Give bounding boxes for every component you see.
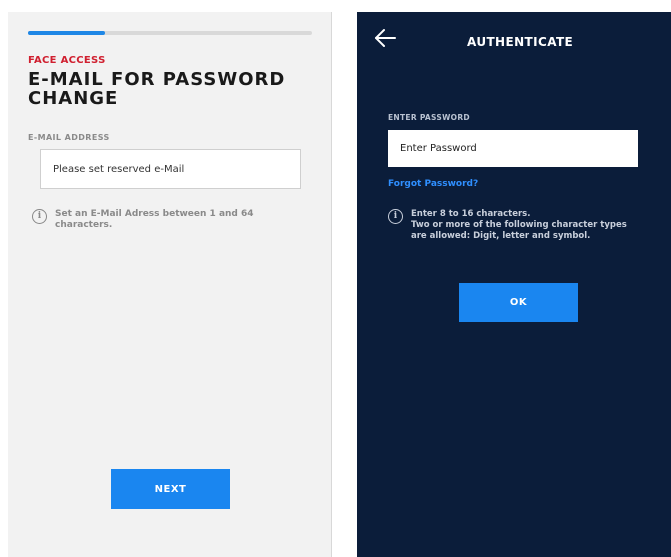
hint-line: Enter 8 to 16 characters. <box>411 209 531 219</box>
email-hint: i Set an E-Mail Adress between 1 and 64 … <box>32 209 302 231</box>
section-eyebrow: FACE ACCESS <box>28 55 106 66</box>
password-input[interactable] <box>388 130 638 167</box>
hint-line: are allowed: Digit, letter and symbol. <box>411 231 591 241</box>
forgot-password-link[interactable]: Forgot Password? <box>388 179 478 189</box>
arrow-left-icon[interactable] <box>373 28 397 48</box>
email-label: E-MAIL ADDRESS <box>28 133 110 142</box>
password-hint: i Enter 8 to 16 characters. Two or more … <box>388 209 648 242</box>
hint-line: Two or more of the following character t… <box>411 220 627 230</box>
progress-bar <box>28 31 312 35</box>
ok-button[interactable]: OK <box>459 283 578 322</box>
next-button[interactable]: NEXT <box>111 469 230 509</box>
email-setup-panel: FACE ACCESS E-MAIL FOR PASSWORD CHANGE E… <box>8 12 332 557</box>
email-hint-text: Set an E-Mail Adress between 1 and 64 ch… <box>55 209 254 230</box>
info-icon: i <box>388 209 403 224</box>
progress-fill <box>28 31 105 35</box>
password-hint-text: Enter 8 to 16 characters. Two or more of… <box>411 209 627 242</box>
password-label: ENTER PASSWORD <box>388 113 470 122</box>
page-title: E-MAIL FOR PASSWORD CHANGE <box>28 69 286 109</box>
page-title: AUTHENTICATE <box>467 35 574 49</box>
email-input[interactable] <box>40 149 301 189</box>
authenticate-panel: AUTHENTICATE ENTER PASSWORD Forgot Passw… <box>357 12 671 557</box>
info-icon: i <box>32 209 47 224</box>
